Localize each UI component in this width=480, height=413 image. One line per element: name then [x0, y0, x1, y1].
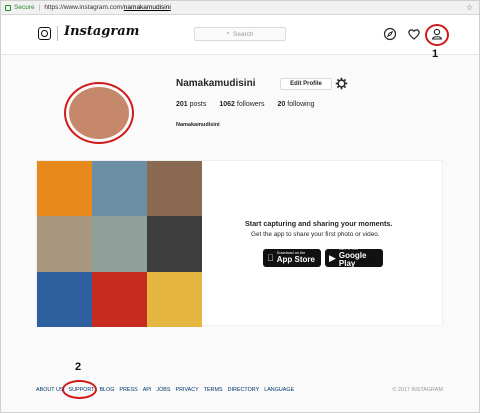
empty-state-title: Start capturing and sharing your moments…: [245, 219, 393, 228]
annotation-number-1: 1: [432, 48, 439, 60]
sample-photo-tile: [147, 216, 202, 272]
followers-stat[interactable]: 1062 followers: [219, 101, 264, 108]
copyright: © 2017 INSTAGRAM: [392, 387, 443, 393]
empty-state-card: Start capturing and sharing your moments…: [36, 160, 443, 327]
footer-link-press[interactable]: PRESS: [119, 387, 137, 393]
sample-photo-tile: [92, 161, 147, 217]
top-nav: Instagram ⌕ Search: [1, 15, 479, 55]
footer-link-api[interactable]: API: [143, 387, 152, 393]
footer-link-about[interactable]: ABOUT US: [36, 387, 63, 393]
compass-icon[interactable]: [383, 27, 397, 41]
secure-label: Secure: [14, 4, 35, 11]
sample-photo-tile: [147, 271, 202, 327]
search-input[interactable]: ⌕ Search: [194, 27, 286, 41]
footer-link-language[interactable]: LANGUAGE: [264, 387, 294, 393]
footer-link-directory[interactable]: DIRECTORY: [228, 387, 260, 393]
lock-icon: [5, 4, 11, 11]
posts-stat: 201 posts: [176, 101, 207, 108]
annotation-number-2: 2: [75, 361, 82, 373]
profile-icon[interactable]: [430, 27, 444, 41]
avatar-highlight: [64, 82, 134, 144]
app-store-button[interactable]:  Download on the App Store: [263, 249, 321, 267]
profile-full-name: Namakamudisini: [176, 122, 220, 128]
profile-username: Namakamudisini: [176, 78, 256, 89]
apple-icon: : [267, 253, 274, 263]
empty-state-subtitle: Get the app to share your first photo or…: [251, 231, 380, 238]
sample-photo-mosaic: [37, 161, 202, 327]
following-stat[interactable]: 20 following: [278, 101, 315, 108]
edit-profile-button[interactable]: Edit Profile: [280, 78, 332, 90]
avatar[interactable]: [69, 87, 129, 139]
sample-photo-tile: [37, 271, 92, 327]
sample-photo-tile: [37, 216, 92, 272]
footer: ABOUT US SUPPORT BLOG PRESS API JOBS PRI…: [36, 387, 443, 393]
bookmark-star-icon[interactable]: ☆: [466, 3, 473, 12]
heart-icon[interactable]: [407, 27, 421, 41]
browser-window: Secure | https://www.instagram.com/namak…: [0, 0, 480, 413]
profile-stats: 201 posts 1062 followers 20 following: [176, 101, 315, 108]
footer-link-jobs[interactable]: JOBS: [156, 387, 170, 393]
footer-link-privacy[interactable]: PRIVACY: [176, 387, 199, 393]
footer-link-support[interactable]: SUPPORT: [68, 387, 94, 393]
google-play-button[interactable]: ▶ GET IT ON Google Play: [325, 247, 383, 267]
search-placeholder: Search: [233, 30, 254, 38]
address-bar[interactable]: Secure | https://www.instagram.com/namak…: [1, 1, 479, 15]
sample-photo-tile: [92, 271, 147, 327]
play-icon: ▶: [329, 252, 336, 263]
footer-link-blog[interactable]: BLOG: [99, 387, 114, 393]
url-text[interactable]: https://www.instagram.com/namakamudisini: [44, 4, 170, 11]
sample-photo-tile: [37, 161, 92, 217]
sample-photo-tile: [147, 161, 202, 217]
search-icon: ⌕: [226, 30, 231, 37]
instagram-camera-icon[interactable]: [38, 27, 51, 40]
gear-icon[interactable]: [335, 77, 348, 90]
sample-photo-tile: [92, 216, 147, 272]
footer-link-terms[interactable]: TERMS: [204, 387, 223, 393]
instagram-wordmark[interactable]: Instagram: [64, 24, 139, 39]
